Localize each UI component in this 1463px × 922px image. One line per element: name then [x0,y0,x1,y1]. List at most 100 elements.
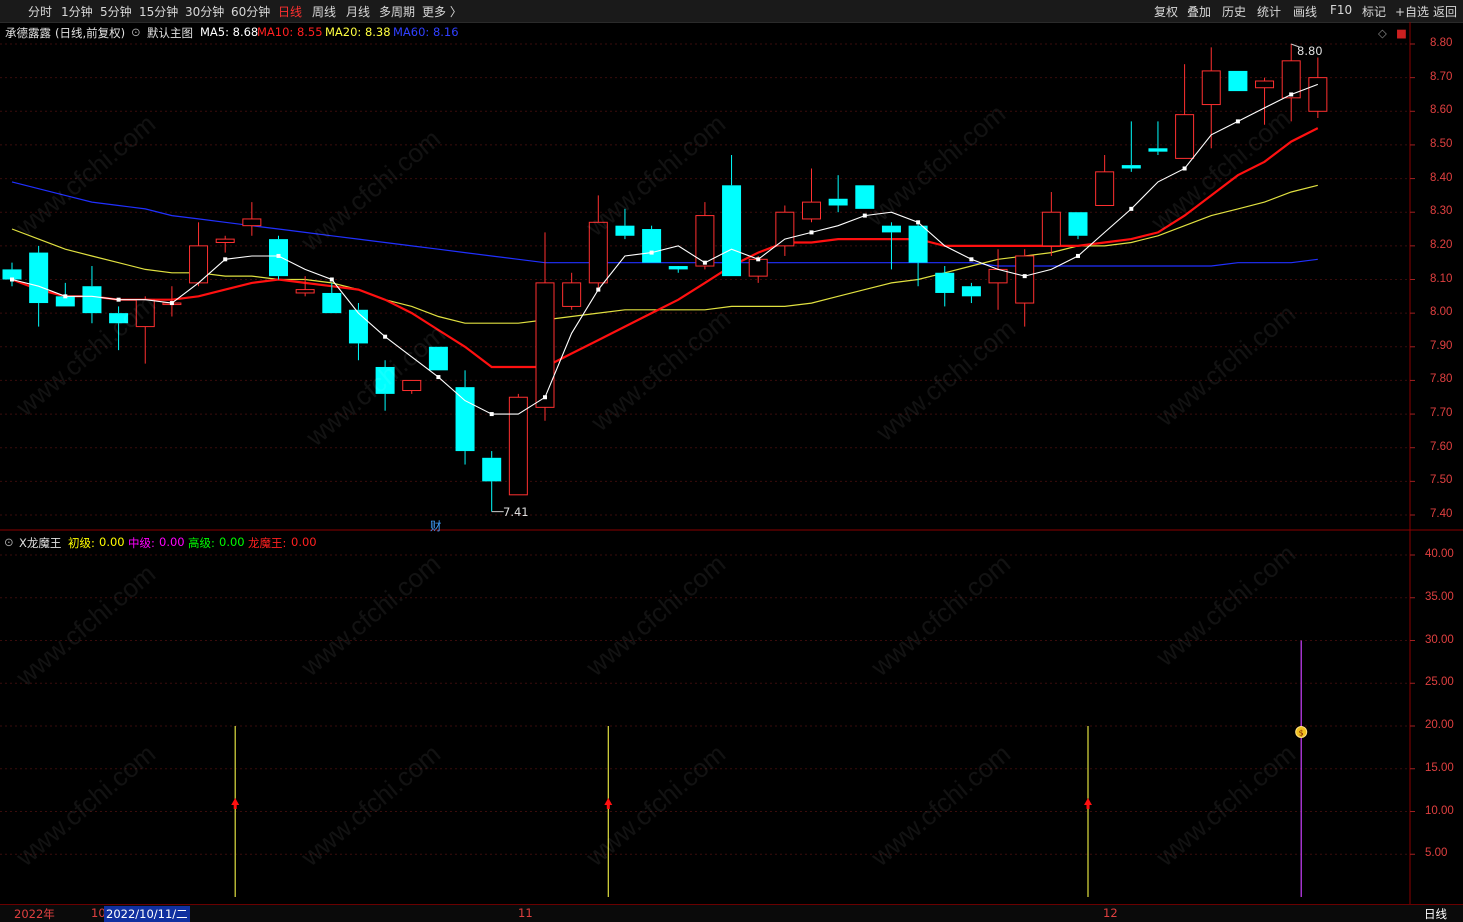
price-axis-label: 7.40 [1430,508,1453,520]
ma5-point [63,294,68,299]
candle-body [508,396,528,496]
period-tab-0[interactable]: 分时 [28,3,52,20]
candle-body [29,252,49,304]
candle-body [1015,255,1035,304]
candle-body [775,211,795,247]
signal-arrow-icon [1084,797,1092,805]
period-tab-8[interactable]: 月线 [346,3,370,20]
month-11-label: 11 [518,906,533,920]
indicator-label-6: 龙魔王: [248,536,287,550]
candle-body [322,292,342,314]
period-tab-6[interactable]: 日线 [278,3,302,20]
period-tab-5[interactable]: 60分钟 [231,3,270,20]
candle-body [908,225,928,263]
ma-label-0: MA5: 8.68 [200,25,259,39]
price-axis-label: 7.90 [1430,339,1453,352]
indicator-axis-label: 25.00 [1425,676,1454,689]
signal-arrow-icon [604,797,613,805]
ma-label-3: MA60: 8.16 [393,25,459,39]
low-price-marker: 7.41 [503,505,529,519]
indicator-name[interactable]: X龙魔王 [19,535,61,551]
price-axis-label: 7.50 [1430,474,1453,487]
month-12-label: 12 [1103,906,1118,920]
ma5-point [329,277,334,282]
price-axis-label: 8.60 [1430,104,1453,117]
signal-arrow-stem [233,804,237,809]
indicator-menu-icon[interactable]: ⊙ [4,535,14,549]
ma-label-1: MA10: 8.55 [257,25,323,39]
candle-body [562,282,582,307]
candle-body [482,457,502,482]
ma5-point [1289,92,1294,97]
template-name[interactable]: 默认主图 [147,25,193,41]
tool-button-7[interactable]: +自选 [1395,3,1429,20]
period-tab-4[interactable]: 30分钟 [185,3,224,20]
indicator-axis-label: 30.00 [1425,633,1454,646]
period-tab-1[interactable]: 1分钟 [61,3,93,20]
price-axis-label: 8.00 [1430,306,1453,319]
candle-body [748,258,768,277]
chart-mode: (日线,前复权) [55,26,126,40]
tool-button-1[interactable]: 叠加 [1187,3,1211,20]
high-price-marker: 8.80 [1297,44,1323,58]
period-tab-2[interactable]: 5分钟 [100,3,132,20]
price-axis-label: 8.70 [1430,70,1453,83]
candle-body [668,266,688,270]
tool-button-6[interactable]: 标记 [1362,3,1386,20]
template-dropdown-icon[interactable]: ⊙ [131,25,141,39]
finance-marker[interactable]: 财 [430,518,442,534]
candle-body [1228,70,1248,92]
ma5-point [1235,119,1240,124]
stock-name: 承德露露 [5,26,51,40]
period-label[interactable]: 日线 [1424,906,1447,922]
candle-body [428,346,448,371]
indicator-label-5: 0.00 [219,535,245,549]
period-tab-9[interactable]: 多周期 [379,3,415,20]
period-tab-10[interactable]: 更多 〉 [422,3,462,20]
candle-body [615,225,635,236]
tool-button-5[interactable]: F10 [1330,3,1352,17]
candle-body [961,286,981,297]
ma5-point [116,297,121,302]
diamond-icon[interactable]: ◇ [1378,26,1387,40]
date-axis-bar: 2022年 10 2022/10/11/二 11 12 日线 [0,904,1463,922]
indicator-label-3: 0.00 [159,535,185,549]
price-axis-label: 7.80 [1430,373,1453,386]
ma5-point [169,301,174,306]
price-axis-label: 8.40 [1430,171,1453,184]
candle-body [215,238,235,243]
ma5-point [223,257,228,262]
candle-body [135,299,155,328]
period-tab-7[interactable]: 周线 [312,3,336,20]
period-tab-3[interactable]: 15分钟 [139,3,178,20]
ma5-point [702,260,707,265]
price-axis-label: 8.50 [1430,137,1453,150]
indicator-axis-label: 10.00 [1425,804,1454,817]
tool-button-2[interactable]: 历史 [1222,3,1246,20]
ma5-point [1076,253,1080,258]
tool-button-0[interactable]: 复权 [1154,3,1178,20]
tool-button-4[interactable]: 画线 [1293,3,1317,20]
ma5-point [543,395,547,400]
chart-area[interactable]: $ [0,22,1463,904]
price-axis-label: 8.80 [1430,37,1453,49]
price-axis-label: 8.30 [1430,205,1453,218]
panel-square-icon[interactable]: ■ [1396,26,1407,40]
ma5-point [969,257,974,262]
signal-arrow-stem [1086,804,1090,809]
candle-body [242,218,262,227]
candle-body [402,379,422,392]
candle-body [1175,114,1195,159]
candle-body [1308,77,1328,112]
indicator-label-0: 初级: [68,536,95,550]
candle-body [1121,165,1141,169]
signal-arrow-stem [606,804,610,809]
candle-body [855,185,875,209]
tool-button-8[interactable]: 返回 [1433,3,1457,20]
date-cursor: 2022/10/11/二 [104,906,190,922]
indicator-axis-label: 35.00 [1425,590,1454,603]
candle-body [535,282,555,408]
tool-button-3[interactable]: 统计 [1257,3,1281,20]
candle-body [109,313,129,324]
candle-body [375,366,395,394]
